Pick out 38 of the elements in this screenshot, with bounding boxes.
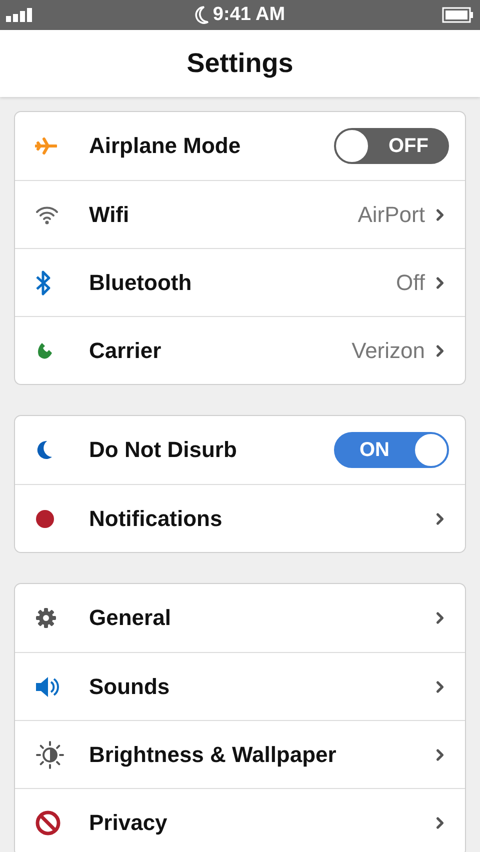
bluetooth-icon <box>35 270 51 296</box>
setting-label: Wifi <box>89 202 130 228</box>
setting-label: Notifications <box>89 506 224 532</box>
battery-icon <box>442 7 474 23</box>
settings-row[interactable]: General <box>15 584 465 652</box>
setting-label: Do Not Disurb <box>89 437 238 463</box>
settings-row[interactable]: Airplane Mode OFF <box>15 112 465 180</box>
setting-value: Off <box>396 270 425 296</box>
moon-icon <box>194 6 209 24</box>
toggle-switch[interactable]: ON <box>334 432 449 468</box>
setting-label: Bluetooth <box>89 270 193 296</box>
setting-label: Sounds <box>89 674 171 700</box>
setting-label: General <box>89 605 172 631</box>
gear-icon <box>35 607 57 629</box>
page-title: Settings <box>186 48 294 79</box>
settings-row[interactable]: Bluetooth Off <box>15 248 465 316</box>
setting-label: Carrier <box>89 338 162 364</box>
no-entry-icon <box>35 810 61 836</box>
settings-row[interactable]: Carrier Verizon <box>15 316 465 384</box>
dot-icon <box>35 508 55 528</box>
speaker-icon <box>35 674 61 698</box>
brightness-icon <box>35 740 65 770</box>
setting-label: Airplane Mode <box>89 133 242 159</box>
settings-row[interactable]: Wifi AirPort <box>15 180 465 248</box>
settings-row[interactable]: Brightness & Wallpaper <box>15 720 465 788</box>
airplane-icon <box>35 137 57 155</box>
settings-row[interactable]: Privacy <box>15 788 465 852</box>
setting-value: Verizon <box>352 338 425 364</box>
status-time: 9:41 AM <box>212 4 286 26</box>
settings-row[interactable]: Do Not Disurb ON <box>15 416 465 484</box>
setting-value: AirPort <box>358 202 425 228</box>
settings-row[interactable]: Sounds <box>15 652 465 720</box>
toggle-switch[interactable]: OFF <box>334 128 449 164</box>
settings-row[interactable]: Notifications <box>15 484 465 552</box>
wifi-icon <box>35 204 59 224</box>
moon-icon <box>35 439 53 461</box>
setting-label: Brightness & Wallpaper <box>89 742 338 768</box>
setting-label: Privacy <box>89 810 168 836</box>
